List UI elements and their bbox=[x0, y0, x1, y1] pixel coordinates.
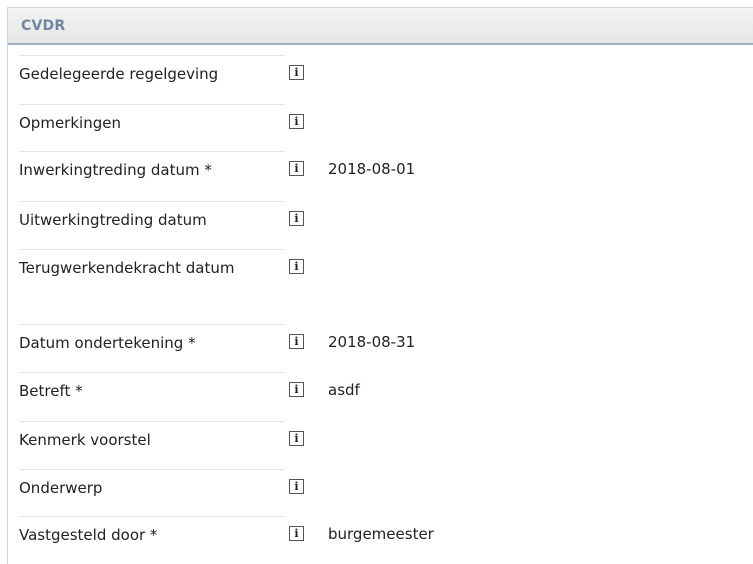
cvdr-panel: CVDR Gedelegeerde regelgeving i Opmerkin… bbox=[7, 7, 753, 564]
info-icon[interactable]: i bbox=[289, 259, 304, 274]
field-label: Betreft * bbox=[19, 372, 285, 403]
info-icon[interactable]: i bbox=[289, 65, 304, 80]
field-value: asdf bbox=[328, 381, 360, 399]
info-icon[interactable]: i bbox=[289, 382, 304, 397]
info-icon[interactable]: i bbox=[289, 526, 304, 541]
field-label: Inwerkingtreding datum * bbox=[19, 151, 285, 182]
field-label: Uitwerkingtreding datum bbox=[19, 201, 285, 232]
info-icon[interactable]: i bbox=[289, 334, 304, 349]
field-label: Opmerkingen bbox=[19, 104, 285, 135]
info-icon[interactable]: i bbox=[289, 431, 304, 446]
field-value: burgemeester bbox=[328, 525, 434, 543]
panel-header: CVDR bbox=[8, 8, 753, 45]
info-icon[interactable]: i bbox=[289, 161, 304, 176]
field-label: Datum ondertekening * bbox=[19, 324, 285, 355]
info-icon[interactable]: i bbox=[289, 211, 304, 226]
info-icon[interactable]: i bbox=[289, 114, 304, 129]
panel-title: CVDR bbox=[21, 17, 66, 34]
field-label: Onderwerp bbox=[19, 469, 285, 500]
field-label: Gedelegeerde regelgeving bbox=[19, 55, 285, 86]
field-label: Kenmerk voorstel bbox=[19, 421, 285, 452]
field-label: Terugwerkendekracht datum bbox=[19, 249, 285, 280]
field-value: 2018-08-31 bbox=[328, 333, 416, 351]
info-icon[interactable]: i bbox=[289, 479, 304, 494]
field-value: 2018-08-01 bbox=[328, 160, 416, 178]
field-label: Vastgesteld door * bbox=[19, 516, 285, 547]
